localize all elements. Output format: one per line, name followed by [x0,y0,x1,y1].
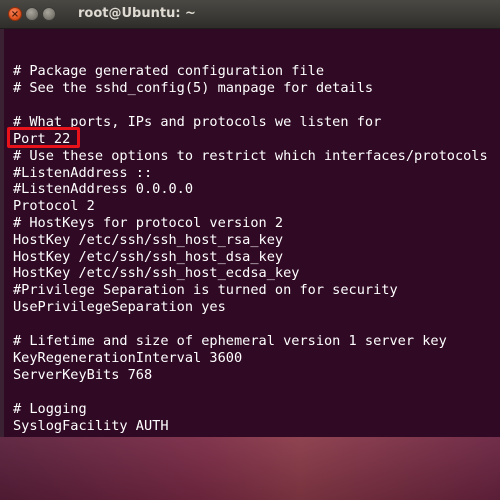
close-icon[interactable]: × [8,7,22,21]
port-highlight-box [7,127,80,148]
terminal-line: HostKey /etc/ssh/ssh_host_dsa_key [13,249,284,265]
terminal-line: # Use these options to restrict which in… [13,148,488,164]
terminal-window: × root@Ubuntu: ~ # Package generated con… [0,0,500,500]
terminal-line: # Logging [13,401,87,417]
terminal-line: HostKey /etc/ssh/ssh_host_ecdsa_key [13,265,300,281]
maximize-icon[interactable] [42,7,56,21]
terminal-line: HostKey /etc/ssh/ssh_host_rsa_key [13,232,284,248]
terminal-line: # Lifetime and size of ephemeral version… [13,333,447,349]
terminal-line: Protocol 2 [13,198,95,214]
terminal-line: UsePrivilegeSeparation yes [13,299,226,315]
terminal-line: #ListenAddress 0.0.0.0 [13,181,194,197]
window-titlebar[interactable]: × root@Ubuntu: ~ [0,0,500,29]
desktop-background [0,437,500,500]
terminal-line: # See the sshd_config(5) manpage for det… [13,80,374,96]
terminal-line: # HostKeys for protocol version 2 [13,215,284,231]
window-title: root@Ubuntu: ~ [78,6,196,21]
terminal-line: #Privilege Separation is turned on for s… [13,282,398,298]
minimize-icon[interactable] [25,7,39,21]
terminal-line: KeyRegenerationInterval 3600 [13,350,243,366]
desktop-sheen [0,437,500,500]
terminal-line: # Package generated configuration file [13,63,324,79]
terminal-line: SyslogFacility AUTH [13,418,169,434]
terminal-content[interactable]: # Package generated configuration file #… [0,29,500,437]
terminal-line: #ListenAddress :: [13,165,153,181]
terminal-line: ServerKeyBits 768 [13,367,153,383]
